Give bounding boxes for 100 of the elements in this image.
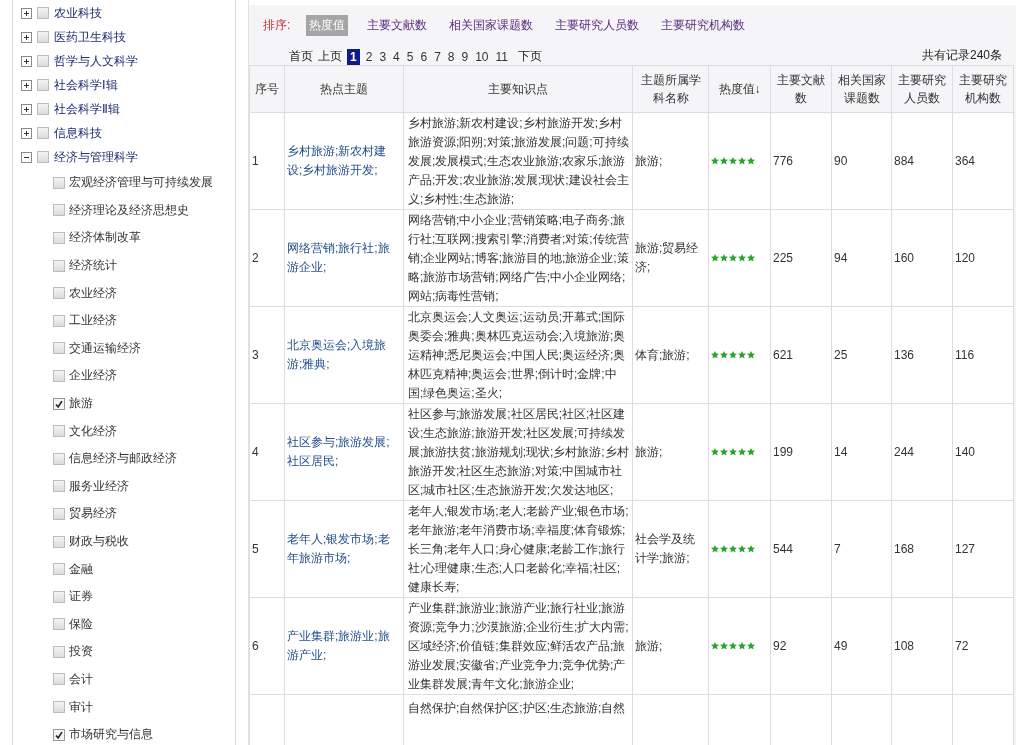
category-label[interactable]: 经济理论及经济思想史 xyxy=(69,201,189,219)
category-link[interactable]: 农业科技 xyxy=(54,4,102,22)
table-cell: 旅游; xyxy=(632,597,709,695)
category-label[interactable]: 市场研究与信息 xyxy=(69,726,153,744)
table-cell: 老年人;银发市场;老人;老龄产业;银色市场;老年旅游;老年消费市场;幸福度;体育锻炼;长三角;老年人口;身心健康;老龄工作;旅行社;心理健康;生态;人口老龄化;幸福;社区;健康长寿; xyxy=(403,500,633,598)
category-label[interactable]: 财政与税收 xyxy=(69,533,129,550)
category-label[interactable]: 经济统计 xyxy=(69,257,117,275)
page-link[interactable]: 5 xyxy=(405,48,415,65)
category-link[interactable]: 社会科学Ⅰ辑 xyxy=(54,76,118,94)
sort-option[interactable]: 主要文献数 xyxy=(364,15,431,36)
category-label[interactable]: 交通运输经济 xyxy=(69,339,141,357)
checkbox[interactable] xyxy=(53,425,65,438)
sort-option[interactable]: 主要研究人员数 xyxy=(552,15,643,36)
category-label[interactable]: 证券 xyxy=(69,588,93,606)
checkbox[interactable] xyxy=(53,259,65,272)
table-cell: 116 xyxy=(952,306,1014,404)
category-label[interactable]: 审计 xyxy=(69,698,93,716)
checkbox[interactable] xyxy=(53,563,65,576)
checkbox[interactable] xyxy=(53,590,65,603)
checkbox[interactable] xyxy=(53,314,65,327)
checkbox[interactable] xyxy=(53,535,65,548)
category-label[interactable]: 会计 xyxy=(69,671,93,688)
category-link[interactable]: 医药卫生科技 xyxy=(54,28,126,46)
table-cell: 旅游; xyxy=(632,403,709,501)
sort-option[interactable]: 主要研究机构数 xyxy=(658,15,749,36)
expand-icon[interactable] xyxy=(21,55,32,67)
category-label[interactable]: 宏观经济管理与可持续发展 xyxy=(69,174,213,192)
category-label[interactable]: 信息经济与邮政经济 xyxy=(69,450,177,468)
expand-icon[interactable] xyxy=(21,31,32,43)
prev-page-link[interactable]: 上页 xyxy=(318,48,342,65)
table-cell: 621 xyxy=(770,306,832,404)
checkbox[interactable] xyxy=(37,31,49,43)
column-header: 主题所属学科名称 xyxy=(632,65,709,113)
checkbox[interactable] xyxy=(53,480,65,493)
page-link[interactable]: 3 xyxy=(378,48,388,65)
table-cell: 90 xyxy=(831,112,892,210)
page-link[interactable]: 7 xyxy=(433,48,442,65)
expand-icon[interactable] xyxy=(21,103,32,115)
page-link[interactable]: 11 xyxy=(494,48,509,65)
checkbox[interactable] xyxy=(53,645,65,658)
checkbox[interactable] xyxy=(53,618,65,631)
page-link[interactable]: 8 xyxy=(446,48,456,65)
table-cell: 25 xyxy=(831,306,892,404)
category-label[interactable]: 金融 xyxy=(69,560,93,578)
column-header: 主要研究人员数 xyxy=(891,65,953,113)
category-label[interactable]: 贸易经济 xyxy=(69,505,117,523)
table-cell: 乡村旅游;新农村建设;乡村旅游开发;乡村旅游资源;阳朔;对策;旅游发展;问题;可持续发展;发展模式;生态农业旅游;农家乐;旅游产品;开发;农业旅游;发展;现状;建设社会主义;乡村性;生态旅游; xyxy=(403,112,633,210)
first-page-link[interactable]: 首页 xyxy=(289,48,313,65)
checkbox[interactable] xyxy=(53,369,65,382)
expand-icon[interactable] xyxy=(21,127,32,139)
checkbox[interactable] xyxy=(53,728,65,741)
table-cell: 49 xyxy=(831,597,892,695)
expand-icon[interactable] xyxy=(21,79,32,91)
category-label[interactable]: 工业经济 xyxy=(69,312,117,330)
checkbox[interactable] xyxy=(37,103,49,115)
page-link[interactable]: 1 xyxy=(347,48,360,65)
checkbox[interactable] xyxy=(53,673,65,686)
category-link[interactable]: 哲学与人文科学 xyxy=(54,52,138,70)
checkbox[interactable] xyxy=(53,342,65,355)
category-label[interactable]: 经济体制改革 xyxy=(69,229,141,247)
category-link[interactable]: 信息科技 xyxy=(54,124,102,142)
page-link[interactable]: 6 xyxy=(419,48,429,65)
category-link[interactable]: 社会科学Ⅱ辑 xyxy=(54,100,120,118)
expand-icon[interactable] xyxy=(21,7,32,19)
sort-option[interactable]: 相关国家课题数 xyxy=(446,15,537,36)
checkbox[interactable] xyxy=(53,176,65,189)
table-cell: 旅游; xyxy=(632,112,709,210)
table-cell: 3 xyxy=(249,306,285,404)
checkbox[interactable] xyxy=(53,507,65,520)
category-label[interactable]: 旅游 xyxy=(69,395,93,413)
category-link[interactable]: 经济与管理科学 xyxy=(54,148,138,166)
next-page-link[interactable]: 下页 xyxy=(518,48,542,65)
checkbox[interactable] xyxy=(53,232,65,244)
page-link[interactable]: 4 xyxy=(392,48,401,65)
category-label[interactable]: 企业经济 xyxy=(69,367,117,385)
table-cell: 6 xyxy=(249,597,285,695)
category-label[interactable]: 投资 xyxy=(69,643,93,661)
checkbox[interactable] xyxy=(37,79,49,91)
expand-icon[interactable] xyxy=(21,151,32,163)
sort-label: 排序: xyxy=(263,17,291,34)
checkbox[interactable] xyxy=(53,452,65,465)
checkbox[interactable] xyxy=(37,151,49,163)
table-cell: 364 xyxy=(952,112,1014,210)
category-label[interactable]: 服务业经济 xyxy=(69,477,129,495)
checkbox[interactable] xyxy=(37,55,49,67)
checkbox[interactable] xyxy=(37,7,49,19)
column-header: 主要知识点 xyxy=(403,65,633,113)
checkbox[interactable] xyxy=(37,127,49,139)
checkbox[interactable] xyxy=(53,287,65,300)
checkbox[interactable] xyxy=(53,701,65,714)
page-link[interactable]: 9 xyxy=(460,48,470,65)
table-cell: 140 xyxy=(952,403,1014,501)
checkbox[interactable] xyxy=(53,204,65,217)
category-label[interactable]: 保险 xyxy=(69,615,93,633)
table-cell: 体育;旅游; xyxy=(632,306,709,404)
checkbox[interactable] xyxy=(53,397,65,410)
category-label[interactable]: 农业经济 xyxy=(69,284,117,302)
page-link[interactable]: 2 xyxy=(364,48,374,65)
category-label[interactable]: 文化经济 xyxy=(69,422,117,440)
page-link[interactable]: 10 xyxy=(474,48,490,65)
